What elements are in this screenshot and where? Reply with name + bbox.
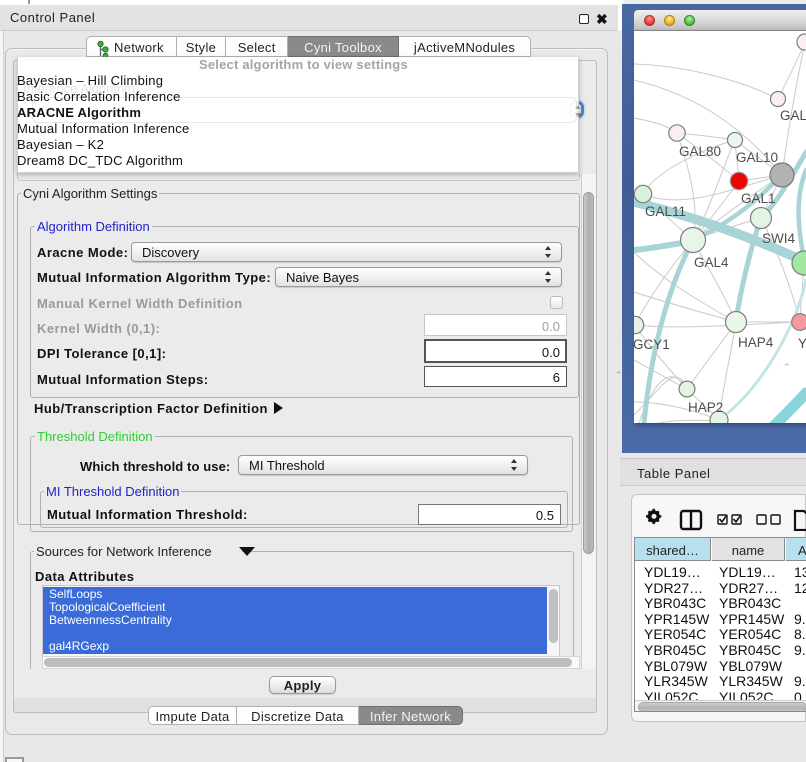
svg-text:HAP2: HAP2: [688, 400, 723, 415]
svg-text:GAL11: GAL11: [645, 204, 686, 219]
svg-text:SWI4: SWI4: [762, 231, 795, 246]
svg-text:GAL80: GAL80: [679, 144, 721, 159]
svg-text:GAL4: GAL4: [694, 255, 729, 270]
svg-text:GAL8: GAL8: [780, 108, 806, 123]
svg-text:GAL1: GAL1: [741, 191, 776, 206]
svg-text:GAL10: GAL10: [736, 150, 778, 165]
svg-text:GCY1: GCY1: [634, 337, 670, 352]
svg-text:HAP4: HAP4: [738, 335, 774, 350]
svg-text:YM: YM: [798, 336, 806, 351]
